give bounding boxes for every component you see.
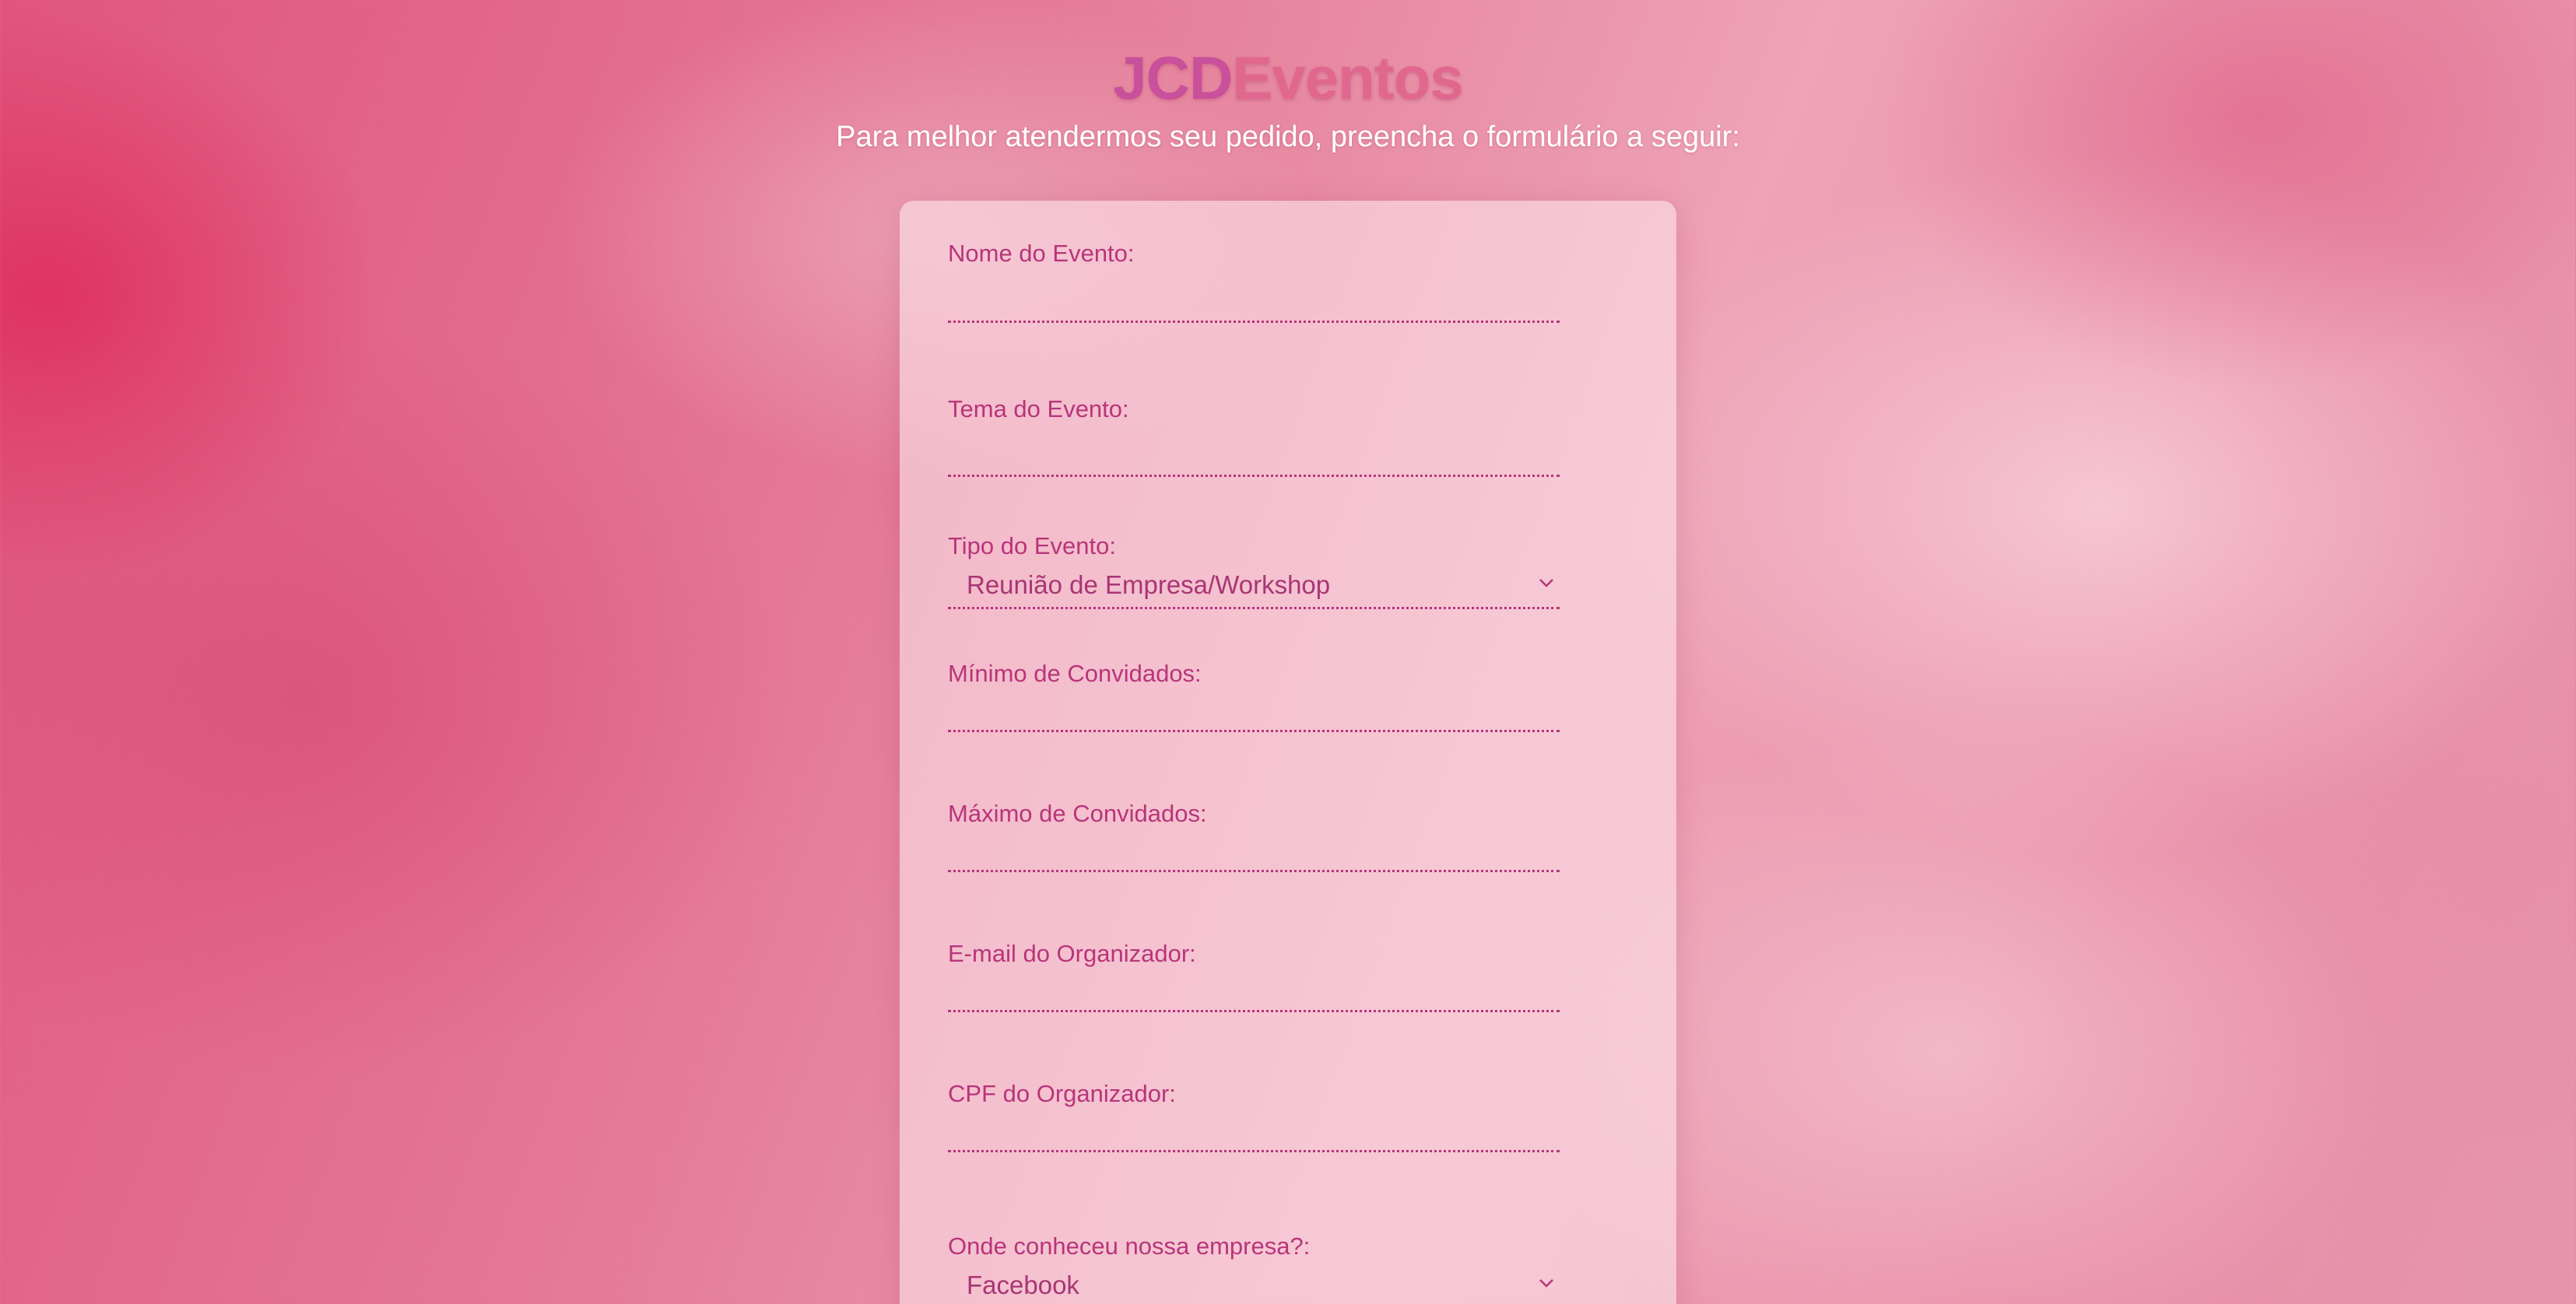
input-cpf-organizador[interactable] <box>948 1150 1560 1152</box>
input-maximo-convidados[interactable] <box>948 870 1560 872</box>
page-subtitle: Para melhor atendermos seu pedido, preen… <box>836 121 1740 153</box>
logo-part-jcd: JCD <box>1113 44 1233 112</box>
label-tema-evento: Tema do Evento: <box>948 395 1129 422</box>
field-email-organizador: E-mail do Organizador: <box>948 938 1560 1012</box>
select-tipo-evento-value: Reunião de Empresa/Workshop <box>967 570 1331 599</box>
select-onde-conheceu[interactable]: Facebook <box>948 1264 1560 1304</box>
label-cpf-organizador: CPF do Organizador: <box>948 1080 1176 1107</box>
logo-part-eventos: Eventos <box>1232 44 1463 112</box>
label-minimo-convidados: Mínimo de Convidados: <box>948 660 1202 687</box>
field-tema-evento: Tema do Evento: <box>948 394 1560 477</box>
label-nome-evento: Nome do Evento: <box>948 240 1135 267</box>
chevron-down-icon <box>1539 1279 1553 1288</box>
input-minimo-convidados[interactable] <box>948 730 1560 732</box>
field-maximo-convidados: Máximo de Convidados: <box>948 798 1560 872</box>
chevron-down-icon <box>1539 579 1553 587</box>
select-onde-conheceu-value: Facebook <box>967 1271 1079 1299</box>
label-maximo-convidados: Máximo de Convidados: <box>948 800 1207 827</box>
input-nome-evento[interactable] <box>948 321 1560 323</box>
field-cpf-organizador: CPF do Organizador: <box>948 1078 1560 1152</box>
brand-logo: JCDEventos <box>0 40 2576 115</box>
field-onde-conheceu: Onde conheceu nossa empresa?: Facebook <box>948 1231 1560 1299</box>
field-tipo-evento: Tipo do Evento: Reunião de Empresa/Works… <box>948 531 1560 609</box>
input-tema-evento[interactable] <box>948 475 1560 477</box>
label-email-organizador: E-mail do Organizador: <box>948 940 1196 967</box>
label-onde-conheceu: Onde conheceu nossa empresa?: <box>948 1232 1311 1260</box>
field-minimo-convidados: Mínimo de Convidados: <box>948 658 1560 732</box>
field-nome-evento: Nome do Evento: <box>948 238 1560 323</box>
select-tipo-evento[interactable]: Reunião de Empresa/Workshop <box>948 563 1560 607</box>
page-header: JCDEventos Para melhor atendermos seu pe… <box>0 40 2576 157</box>
event-request-form: Nome do Evento: Tema do Evento: Tipo do … <box>900 201 1676 1304</box>
select-tipo-evento-underline <box>948 607 1560 609</box>
label-tipo-evento: Tipo do Evento: <box>948 532 1116 559</box>
input-email-organizador[interactable] <box>948 1010 1560 1012</box>
